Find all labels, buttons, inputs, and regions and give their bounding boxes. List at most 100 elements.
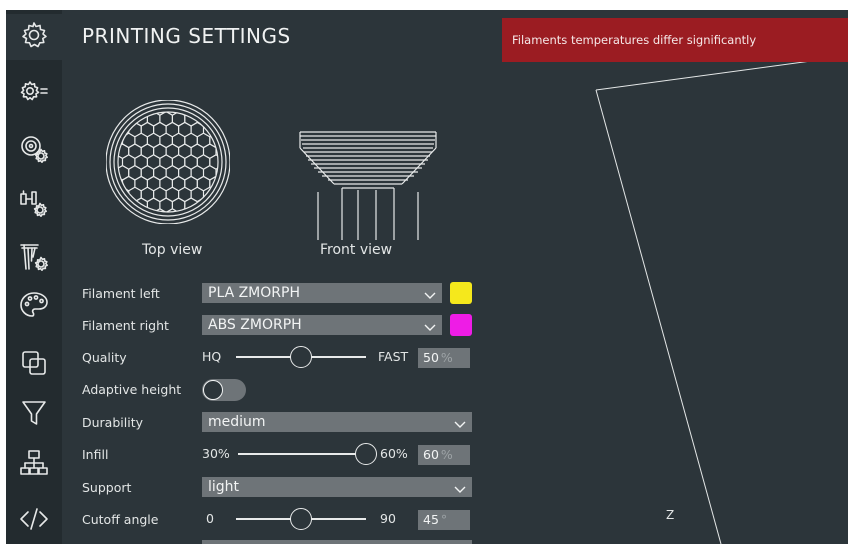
chevron-down-icon (424, 319, 436, 331)
filament-left-value: PLA ZMORPH (208, 285, 300, 301)
infill-slider[interactable] (238, 443, 377, 465)
honeycomb-cell (197, 100, 210, 104)
filament-right-color-swatch[interactable] (450, 314, 472, 336)
sidebar-item-layers[interactable] (6, 342, 62, 388)
infill-max-label: 60% (380, 446, 408, 461)
top-view-diagram[interactable] (105, 99, 231, 228)
cutoff-angle-slider[interactable] (236, 508, 366, 530)
sidebar-item-extruder[interactable] (6, 182, 62, 228)
filament-right-value: ABS ZMORPH (208, 317, 302, 333)
front-view-label: Front view (320, 242, 393, 258)
honeycomb-cell (118, 112, 130, 116)
toggle-knob (203, 380, 223, 400)
quality-min-label: HQ (202, 349, 222, 364)
3d-viewport[interactable]: Filaments temperatures differ significan… (496, 10, 848, 544)
honeycomb-cell (215, 112, 218, 116)
cutoff-angle-unit: ° (440, 512, 448, 527)
honeycomb-cell (110, 100, 123, 104)
sidebar-item-support[interactable] (6, 236, 62, 282)
extruder-settings-icon (18, 187, 50, 223)
quality-label: Quality (82, 350, 127, 365)
sidebar-item-gcode[interactable] (6, 498, 62, 544)
nozzle-settings-icon (18, 241, 50, 277)
honeycomb-cell (106, 112, 110, 126)
adaptive-height-toggle[interactable] (202, 379, 246, 401)
cutoff-angle-value: 45 (423, 512, 439, 527)
next-setting-select[interactable] (202, 540, 472, 544)
sidebar-item-filters[interactable] (6, 392, 62, 438)
slider-handle[interactable] (290, 508, 312, 530)
infill-unit: % (440, 447, 453, 462)
cutoff-angle-min-label: 0 (206, 511, 214, 526)
page-title: PRINTING SETTINGS (82, 24, 291, 48)
support-value: light (208, 479, 240, 495)
durability-label: Durability (82, 415, 143, 430)
filament-right-select[interactable]: ABS ZMORPH (202, 315, 442, 335)
front-view-illustration (299, 131, 437, 240)
honeycomb-cell (106, 198, 110, 212)
palette-icon (18, 289, 50, 325)
infill-value-input[interactable]: 60% (418, 445, 470, 465)
top-view-illustration (105, 99, 231, 225)
slider-handle[interactable] (355, 443, 377, 465)
honeycomb-cell (222, 198, 230, 212)
filament-settings-icon (18, 133, 50, 169)
honeycomb-cell (222, 112, 230, 126)
z-axis-label: Z (666, 508, 675, 522)
quality-slider[interactable] (236, 346, 366, 368)
gear-icon (18, 19, 50, 55)
build-volume-wireframe (595, 55, 848, 544)
sidebar-item-filament[interactable] (6, 128, 62, 174)
honeycomb-cell (185, 100, 198, 104)
filament-left-select[interactable]: PLA ZMORPH (202, 283, 442, 303)
honeycomb-cell (106, 209, 116, 223)
chevron-down-icon (454, 481, 466, 493)
quality-max-label: FAST (378, 349, 409, 364)
filament-left-label: Filament left (82, 286, 160, 301)
printing-settings-panel: PRINTING SETTINGS Top view Front view Fi… (62, 10, 496, 544)
sidebar-item-settings[interactable] (6, 14, 62, 60)
honeycomb-cell (106, 100, 110, 104)
slider-track (238, 453, 366, 455)
app-window: PRINTING SETTINGS Top view Front view Fi… (6, 10, 848, 544)
honeycomb-cell (123, 100, 135, 104)
chevron-down-icon (454, 416, 466, 428)
honeycomb-cell (118, 208, 130, 212)
honeycomb-cell (209, 175, 218, 192)
sidebar-item-printing-settings[interactable] (6, 70, 62, 116)
honeycomb-cell (118, 112, 124, 127)
honeycomb-cell (222, 100, 230, 104)
sidebar-rail (6, 10, 62, 544)
adaptive-height-label: Adaptive height (82, 382, 182, 397)
cutoff-angle-value-input[interactable]: 45 ° (418, 510, 470, 530)
slider-handle[interactable] (290, 346, 312, 368)
support-label: Support (82, 480, 132, 495)
front-view-diagram[interactable] (298, 130, 438, 244)
layers-icon (18, 347, 50, 383)
cutoff-angle-max-label: 90 (380, 511, 396, 526)
honeycomb-cell (106, 101, 116, 115)
honeycomb-cell (118, 197, 124, 212)
top-view-label: Top view (142, 242, 203, 258)
warning-banner: Filaments temperatures differ significan… (502, 18, 848, 62)
hierarchy-icon (18, 447, 50, 483)
honeycomb-cell (215, 208, 218, 212)
quality-unit: % (440, 350, 453, 365)
infill-value: 60 (423, 447, 439, 462)
gear-list-icon (18, 75, 50, 111)
sidebar-item-network[interactable] (6, 442, 62, 488)
support-select[interactable]: light (202, 477, 472, 497)
code-icon (18, 503, 50, 539)
funnel-icon (18, 397, 50, 433)
filament-left-color-swatch[interactable] (450, 282, 472, 304)
quality-value: 50 (423, 350, 439, 365)
infill-label: Infill (82, 447, 109, 462)
cutoff-angle-label: Cutoff angle (82, 512, 159, 527)
chevron-down-icon (424, 287, 436, 299)
durability-select[interactable]: medium (202, 412, 472, 432)
infill-min-label: 30% (202, 446, 230, 461)
sidebar-item-colors[interactable] (6, 284, 62, 330)
quality-value-input[interactable]: 50% (418, 348, 470, 368)
durability-value: medium (208, 414, 266, 430)
honeycomb-cell (210, 100, 222, 104)
